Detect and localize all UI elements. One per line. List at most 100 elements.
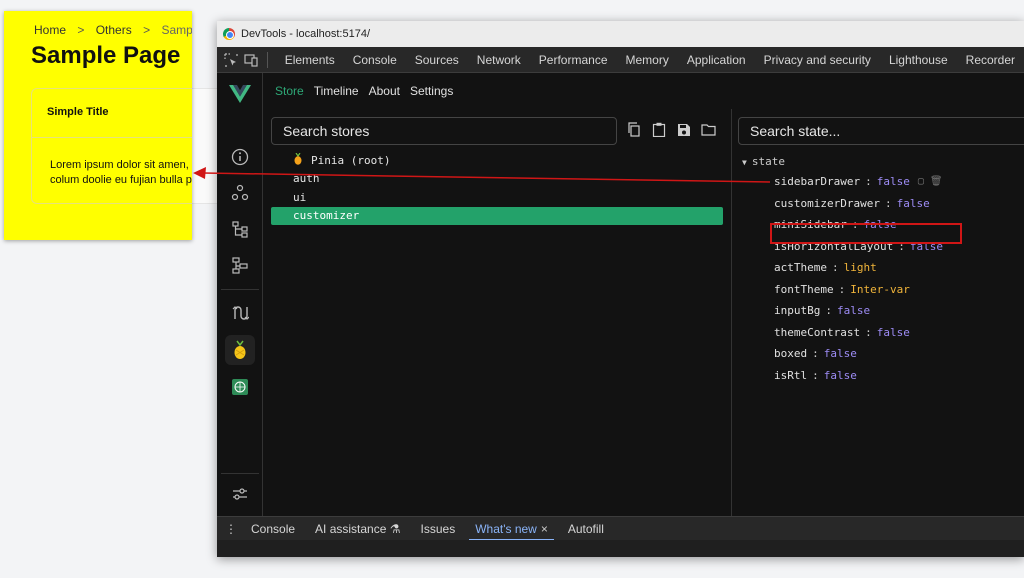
state-value[interactable]: light	[844, 261, 877, 274]
store-item-auth[interactable]: auth	[271, 170, 723, 189]
card-body-line: Lorem ipsum dolor sit amen, con	[50, 159, 192, 171]
drawer-tab-label: What's new	[475, 521, 537, 536]
page-title: Sample Page	[31, 42, 181, 69]
breadcrumb-separator: >	[77, 23, 85, 37]
tab-about[interactable]: About	[369, 84, 400, 98]
edit-icon[interactable]: ▢	[918, 176, 930, 187]
tab-settings[interactable]: Settings	[410, 84, 453, 98]
components-icon[interactable]	[230, 183, 250, 203]
breadcrumb-others[interactable]: Others	[96, 23, 132, 37]
state-pane: ▼ state sidebarDrawer: false ▢🗑 customizer…	[732, 109, 1024, 516]
state-value[interactable]: false	[824, 347, 857, 360]
tab-elements[interactable]: Elements	[276, 47, 344, 73]
tab-privacy-security[interactable]: Privacy and security	[755, 47, 880, 73]
state-colon: :	[812, 368, 819, 382]
drawer-tab-autofill[interactable]: Autofill	[558, 517, 614, 541]
state-colon: :	[831, 261, 839, 275]
tab-console[interactable]: Console	[344, 47, 406, 73]
state-value[interactable]: false	[837, 304, 870, 317]
delete-icon[interactable]: 🗑	[930, 176, 949, 187]
drawer-tab-ai-assistance[interactable]: AI assistance ⚗	[305, 517, 410, 541]
breadcrumb: Home > Others > Sample Page	[34, 23, 192, 37]
drawer-tabbar: ⋮ Console AI assistance ⚗ Issues What's …	[217, 516, 1024, 541]
state-colon: :	[884, 196, 892, 210]
tab-memory[interactable]: Memory	[617, 47, 678, 73]
state-colon: :	[838, 282, 846, 296]
state-row[interactable]: fontTheme: Inter-var	[774, 279, 949, 301]
more-options-icon[interactable]: ⋮	[225, 522, 241, 536]
tab-separator	[266, 51, 268, 68]
state-root-toggle[interactable]: ▼ state	[742, 155, 785, 168]
breadcrumb-home[interactable]: Home	[34, 23, 66, 37]
drawer-tab-issues[interactable]: Issues	[411, 517, 466, 541]
inspect-element-icon[interactable]	[221, 47, 241, 73]
state-value[interactable]: Inter-var	[850, 283, 910, 296]
routes-icon[interactable]	[230, 303, 250, 323]
state-row[interactable]: sidebarDrawer: false ▢🗑	[774, 171, 949, 193]
store-item-pinia-root[interactable]: Pinia (root)	[271, 151, 723, 170]
search-stores-input[interactable]	[271, 117, 617, 145]
tab-sources[interactable]: Sources	[406, 47, 468, 73]
state-key: inputBg	[774, 304, 821, 318]
state-colon: :	[825, 304, 832, 318]
card-title: Simple Title	[47, 106, 109, 118]
sidebar-divider	[221, 289, 259, 290]
tab-network[interactable]: Network	[468, 47, 530, 73]
state-list: sidebarDrawer: false ▢🗑 customizerDrawer:…	[774, 171, 949, 386]
store-item-label: customizer	[293, 209, 360, 223]
state-key: isRtl	[774, 368, 808, 382]
state-row[interactable]: inputBg: false	[774, 300, 949, 322]
tab-timeline[interactable]: Timeline	[314, 84, 359, 98]
drawer-content	[217, 540, 1024, 557]
state-value[interactable]: false	[824, 369, 857, 382]
state-root-label: state	[751, 155, 785, 168]
store-toolbar	[625, 121, 717, 138]
device-toolbar-icon[interactable]	[241, 47, 261, 73]
search-state-input[interactable]	[738, 117, 1024, 145]
drawer-tab-whats-new[interactable]: What's new ×	[465, 517, 558, 541]
store-pane: Pinia (root) auth ui customizer	[263, 109, 731, 516]
state-value[interactable]: false	[897, 197, 930, 210]
highlight-annotation-box	[770, 223, 962, 244]
state-colon: :	[865, 325, 872, 339]
state-row[interactable]: boxed: false	[774, 343, 949, 365]
store-item-label: auth	[293, 172, 320, 186]
save-icon[interactable]	[675, 121, 692, 138]
component-tree-icon[interactable]	[230, 219, 250, 239]
vue-devtools-panel: Store Timeline About Settings Search sto…	[217, 73, 1024, 516]
state-row[interactable]: customizerDrawer: false	[774, 193, 949, 215]
tab-application[interactable]: Application	[678, 47, 755, 73]
drawer-tab-label: AI assistance	[315, 521, 387, 536]
state-value[interactable]: false	[877, 175, 910, 188]
content-card: Simple Title Lorem ipsum dolor sit amen,…	[31, 88, 192, 204]
tab-performance[interactable]: Performance	[530, 47, 617, 73]
state-key: fontTheme	[774, 282, 834, 296]
folder-icon[interactable]	[700, 121, 717, 138]
vue-logo-icon	[229, 85, 251, 103]
state-value[interactable]: false	[877, 326, 910, 339]
state-colon: :	[812, 347, 819, 361]
drawer-tab-console[interactable]: Console	[241, 517, 305, 541]
window-titlebar[interactable]: DevTools - localhost:5174/	[217, 21, 1024, 47]
close-icon[interactable]: ×	[541, 522, 548, 536]
row-tools: ▢🗑	[918, 176, 949, 187]
pinia-icon[interactable]	[225, 335, 255, 365]
card-body-line: colum doolie eu fujian bulla pari	[50, 174, 192, 186]
state-row[interactable]: themeContrast: false	[774, 322, 949, 344]
web-app-icon[interactable]	[230, 377, 250, 397]
info-icon[interactable]	[230, 147, 250, 167]
state-colon: :	[865, 175, 872, 189]
devtools-window: DevTools - localhost:5174/ Elements Cons…	[217, 21, 1024, 557]
vue-sidebar	[217, 73, 263, 516]
state-row[interactable]: actTheme: light	[774, 257, 949, 279]
tab-lighthouse[interactable]: Lighthouse	[880, 47, 957, 73]
tab-store[interactable]: Store	[275, 84, 304, 98]
router-tree-icon[interactable]	[230, 255, 250, 275]
store-item-customizer[interactable]: customizer	[271, 206, 723, 225]
tab-recorder[interactable]: Recorder	[957, 47, 1024, 73]
clipboard-icon[interactable]	[650, 121, 667, 138]
state-row[interactable]: isRtl: false	[774, 365, 949, 387]
settings-sliders-icon[interactable]	[230, 484, 250, 504]
copy-icon[interactable]	[625, 121, 642, 138]
store-item-ui[interactable]: ui	[271, 188, 723, 207]
